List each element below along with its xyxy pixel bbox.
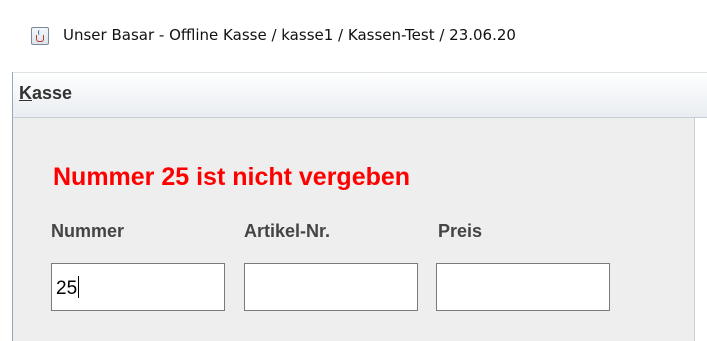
artikel-nr-input[interactable] [244, 263, 418, 311]
text-caret [78, 276, 80, 298]
nummer-label: Nummer [51, 221, 125, 241]
preis-label: Preis [438, 221, 483, 241]
preis-input[interactable] [436, 263, 610, 311]
artikel-nr-label: Artikel-Nr. [244, 221, 331, 241]
menu-kasse[interactable]: Kasse [19, 83, 72, 104]
menu-kasse-mnemonic: K [19, 83, 32, 103]
menu-kasse-label: asse [32, 83, 73, 103]
title-bar: Unser Basar - Offline Kasse / kasse1 / K… [0, 0, 707, 72]
nummer-input[interactable]: 25 [51, 263, 225, 311]
window-title: Unser Basar - Offline Kasse / kasse1 / K… [63, 26, 516, 44]
java-cup-icon [31, 27, 49, 45]
nummer-input-value: 25 [56, 278, 78, 299]
main-panel: Nummer 25 ist nicht vergeben Nummer Arti… [13, 118, 694, 341]
error-message: Nummer 25 ist nicht vergeben [53, 163, 411, 191]
window-frame-right [694, 118, 695, 341]
menu-bar: Kasse [12, 72, 707, 118]
